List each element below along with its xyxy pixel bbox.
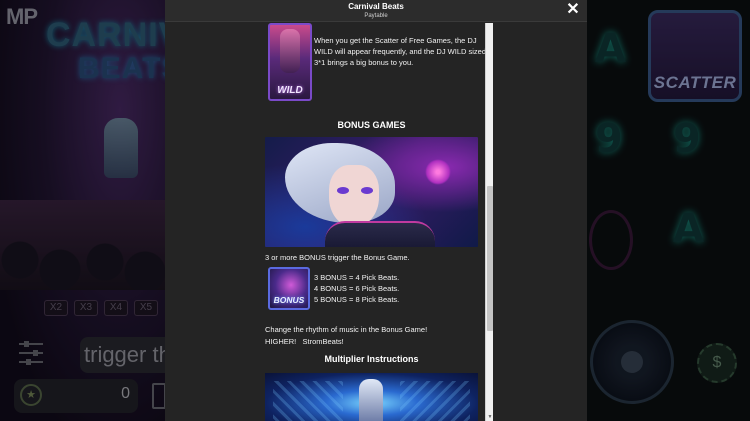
banner-glow-disc <box>425 159 451 185</box>
wild-symbol-image: WILD <box>268 23 312 101</box>
banner-eye <box>337 187 349 194</box>
paytable-modal: Carnival Beats Paytable ✕ WILD When you … <box>165 0 587 421</box>
banner-face <box>329 165 379 227</box>
close-icon[interactable]: ✕ <box>566 2 580 18</box>
wild-description: When you get the Scatter of Free Games, … <box>314 36 487 67</box>
bonus-rules-list: 3 BONUS = 4 Pick Beats. 4 BONUS = 6 Pick… <box>314 272 399 305</box>
banner-light-rays <box>400 381 470 421</box>
scroll-down-icon[interactable]: ▼ <box>486 415 494 420</box>
scrollbar-thumb[interactable] <box>487 186 493 331</box>
bonus-rule: 3 BONUS = 4 Pick Beats. <box>314 273 400 282</box>
game-screen: MP CARNIV BEATS X2 X3 X4 X5 ★ 0 trigger … <box>0 0 750 421</box>
banner-dj-figure <box>359 379 383 421</box>
rhythm-line: HIGHER! StromBeats! <box>265 336 344 346</box>
multiplier-banner-image <box>265 373 478 421</box>
banner-light-rays <box>273 381 343 421</box>
dj-wild-figure <box>280 29 300 73</box>
bonus-games-heading: BONUS GAMES <box>337 120 406 130</box>
multiplier-heading: Multiplier Instructions <box>324 354 419 364</box>
rhythm-line: Change the rhythm of music in the Bonus … <box>265 325 428 334</box>
bonus-games-banner-image <box>265 137 478 247</box>
bonus-rhythm-text: Change the rhythm of music in the Bonus … <box>265 324 427 347</box>
bonus-symbol-image: BONUS <box>268 267 310 310</box>
bonus-symbol-label: BONUS <box>273 295 305 305</box>
modal-subtitle: Paytable <box>364 13 388 19</box>
bonus-rule: 4 BONUS = 6 Pick Beats. <box>314 284 400 293</box>
bonus-rule: 5 BONUS = 8 Pick Beats. <box>314 295 400 304</box>
modal-title: Carnival Beats <box>348 2 404 11</box>
bonus-trigger-text: 3 or more BONUS trigger the Bonus Game. <box>265 253 410 262</box>
banner-suit <box>325 221 435 247</box>
wild-symbol-label: WILD <box>277 85 303 96</box>
paytable-content[interactable]: WILD When you get the Scatter of Free Ga… <box>165 23 587 421</box>
modal-header: Carnival Beats Paytable ✕ <box>165 0 587 22</box>
banner-eye <box>361 187 373 194</box>
scrollbar[interactable]: ▼ <box>485 23 493 421</box>
